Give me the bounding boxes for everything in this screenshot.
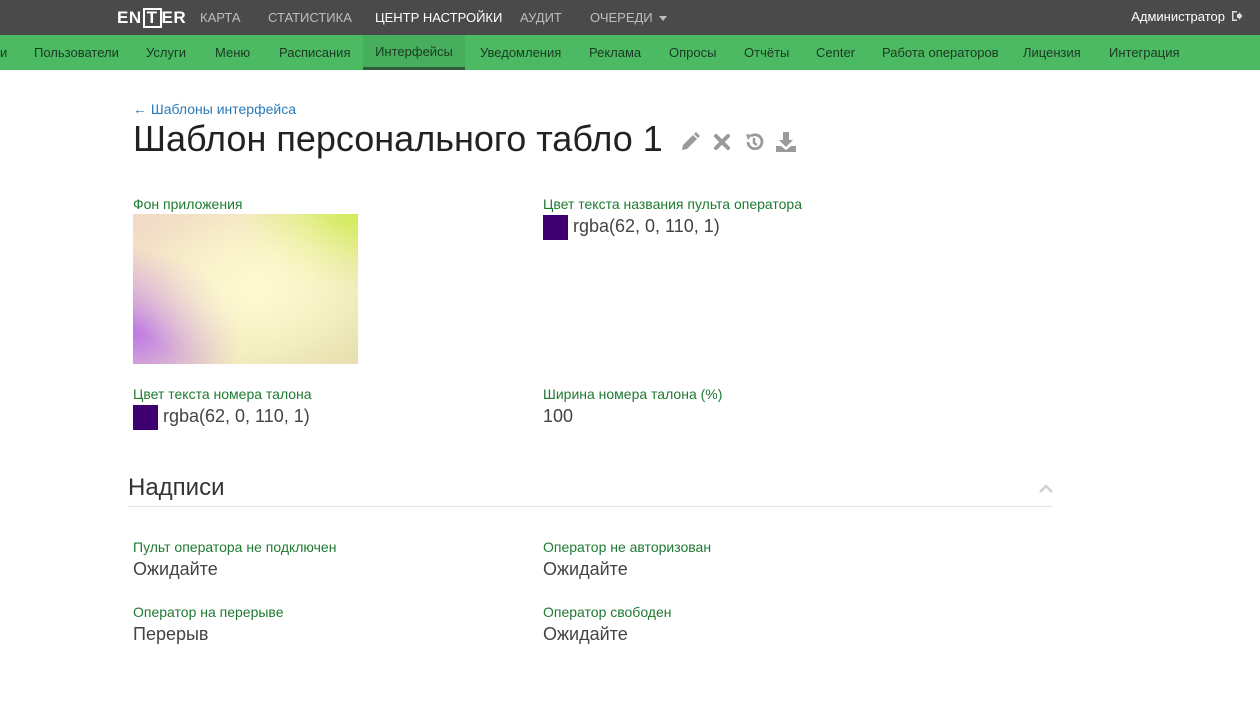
close-icon[interactable]	[710, 130, 734, 154]
nav-karta[interactable]: КАРТА	[200, 0, 241, 35]
nav-queues-label: ОЧЕРЕДИ	[590, 10, 653, 25]
background-preview-image[interactable]	[133, 214, 358, 364]
caption-value-operator-on-break: Перерыв	[133, 624, 209, 644]
logo-text-end: ER	[161, 8, 187, 27]
enter-logo[interactable]: EN T ER	[117, 7, 186, 29]
nav-queues[interactable]: ОЧЕРЕДИ	[590, 0, 667, 35]
title-actions	[678, 130, 798, 154]
caption-value-console-not-connected: Ожидайте	[133, 559, 218, 579]
subnav-item-cut[interactable]: и	[0, 35, 7, 70]
subnav-services[interactable]: Услуги	[146, 35, 186, 70]
caption-label-operator-free: Оператор свободен	[543, 604, 672, 620]
section-title-captions: Надписи	[128, 474, 225, 501]
subnav-schedules[interactable]: Расписания	[279, 35, 350, 70]
back-to-templates-link[interactable]: ← Шаблоны интерфейса	[133, 101, 296, 117]
subnav-surveys[interactable]: Опросы	[669, 35, 716, 70]
pencil-icon[interactable]	[678, 130, 702, 154]
caption-label-operator-on-break: Оператор на перерыве	[133, 604, 284, 620]
logout-icon[interactable]	[1231, 10, 1243, 22]
subnav-integration[interactable]: Интеграция	[1109, 35, 1180, 70]
chevron-up-icon[interactable]	[1038, 481, 1054, 495]
section-divider	[128, 506, 1053, 507]
field-label-ticket-number-color: Цвет текста номера талона	[133, 386, 312, 402]
subnav-license[interactable]: Лицензия	[1023, 35, 1081, 70]
subnav-notifications[interactable]: Уведомления	[480, 35, 561, 70]
field-value-ticket-number-width: 100	[543, 406, 574, 426]
logo-text-start: EN	[117, 8, 142, 27]
caption-label-operator-not-authorized: Оператор не авторизован	[543, 539, 712, 555]
nav-audit[interactable]: АУДИТ	[520, 0, 562, 35]
subnav-interfaces[interactable]: Интерфейсы	[363, 35, 465, 70]
field-label-ticket-number-width: Ширина номера талона (%)	[543, 386, 723, 402]
page-title: Шаблон персонального табло 1	[133, 118, 663, 159]
nav-statistika[interactable]: СТАТИСТИКА	[268, 0, 352, 35]
subnav-operators-work[interactable]: Работа операторов	[882, 35, 999, 70]
subnav-users[interactable]: Пользователи	[34, 35, 119, 70]
color-swatch-ticket-number[interactable]	[133, 405, 158, 430]
caption-label-console-not-connected: Пульт оператора не подключен	[133, 539, 337, 555]
color-swatch-operator-name[interactable]	[543, 215, 568, 240]
field-value-ticket-number-color: rgba(62, 0, 110, 1)	[163, 406, 310, 426]
field-label-operator-name-color: Цвет текста названия пульта оператора	[543, 196, 802, 212]
logo-text-boxed: T	[142, 8, 162, 28]
subnav-reports[interactable]: Отчёты	[744, 35, 789, 70]
caret-down-icon	[658, 16, 667, 21]
field-label-background: Фон приложения	[133, 196, 243, 212]
caption-value-operator-not-authorized: Ожидайте	[543, 559, 628, 579]
subnav-menu[interactable]: Меню	[215, 35, 250, 70]
field-value-operator-name-color: rgba(62, 0, 110, 1)	[573, 216, 720, 236]
history-icon[interactable]	[742, 130, 766, 154]
download-icon[interactable]	[774, 130, 798, 154]
nav-settings-center[interactable]: ЦЕНТР НАСТРОЙКИ	[375, 0, 502, 35]
subnav-center[interactable]: Center	[816, 35, 855, 70]
top-navbar: EN T ER КАРТА СТАТИСТИКА ЦЕНТР НАСТРОЙКИ А…	[0, 0, 1260, 35]
user-name: Администратор	[1131, 8, 1225, 24]
user-menu[interactable]: Администратор	[1131, 0, 1243, 32]
subnav-ads[interactable]: Реклама	[589, 35, 641, 70]
caption-value-operator-free: Ожидайте	[543, 624, 628, 644]
